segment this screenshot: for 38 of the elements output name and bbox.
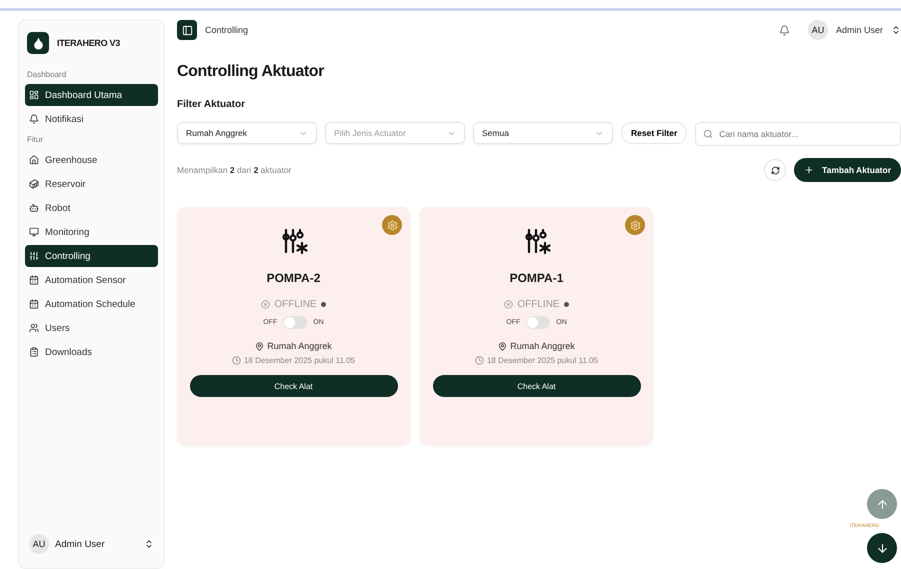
- sidebar-item[interactable]: Dashboard Utama: [25, 84, 158, 106]
- user-avatar[interactable]: AU: [29, 534, 49, 554]
- select-field[interactable]: Semua: [473, 122, 613, 144]
- location: Rumah Anggrek: [510, 341, 575, 351]
- sidebar-item[interactable]: Controlling: [25, 245, 158, 267]
- status-label: OFFLINE: [274, 299, 317, 310]
- timestamp: 18 Desember 2025 pukul 11.05: [244, 356, 356, 365]
- actuator-name: POMPA-2: [266, 271, 320, 285]
- sidebar-item[interactable]: Reservoir: [25, 173, 158, 195]
- page-title: Controlling Aktuator: [177, 63, 326, 81]
- search-field[interactable]: Cari nama aktuator...: [695, 122, 901, 146]
- user-name: Admin User: [836, 25, 883, 35]
- section-label: Dashboard: [26, 69, 68, 81]
- check-button[interactable]: Check Alat: [190, 375, 398, 397]
- add-button[interactable]: Tambah Aktuator: [794, 158, 901, 182]
- check-button[interactable]: Check Alat: [432, 375, 640, 397]
- reset-filter-button[interactable]: Reset Filter: [621, 122, 688, 144]
- user-avatar[interactable]: AU: [808, 20, 828, 40]
- sidebar-item[interactable]: Notifikasi: [25, 108, 158, 130]
- sidebar-item[interactable]: Greenhouse: [25, 149, 158, 171]
- actuator-name: POMPA-1: [510, 271, 564, 285]
- section-label: Fitur: [26, 134, 44, 146]
- location: Rumah Anggrek: [267, 341, 332, 351]
- sidebar-item[interactable]: Automation Sensor: [25, 269, 158, 291]
- app-title: ITERAHERO V3: [57, 38, 120, 48]
- result-count: Menampilkan 2 dari 2 aktuator: [177, 165, 292, 175]
- sidebar-item[interactable]: Robot: [25, 197, 158, 219]
- status-label: OFFLINE: [517, 299, 560, 310]
- timestamp: 18 Desember 2025 pukul 11.05: [486, 356, 598, 365]
- sidebar-item[interactable]: Users: [25, 317, 158, 339]
- select-field[interactable]: Rumah Anggrek: [177, 122, 317, 144]
- breadcrumb: Controlling: [205, 25, 248, 35]
- sidebar-item[interactable]: Monitoring: [25, 221, 158, 243]
- section-title: Filter Aktuator: [177, 99, 246, 110]
- search-input[interactable]: Cari nama aktuator...: [717, 128, 893, 140]
- sidebar-item[interactable]: Downloads: [25, 341, 158, 363]
- user-name: Admin User: [55, 538, 106, 550]
- sidebar-item[interactable]: Automation Schedule: [25, 293, 158, 315]
